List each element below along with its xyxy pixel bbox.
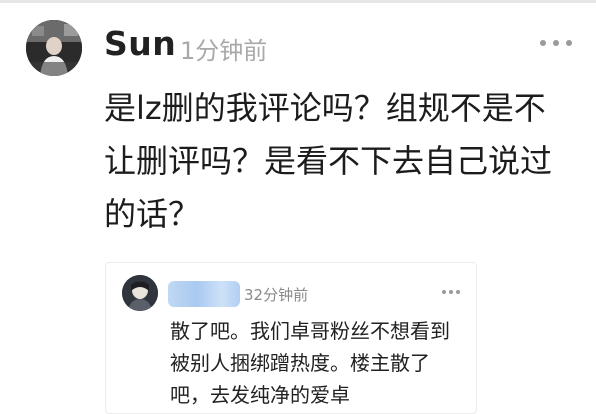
avatar-image [122,275,158,311]
avatar-image [26,20,82,76]
more-dots-icon[interactable] [540,38,572,48]
quoted-comment-text: 散了吧。我们卓哥粉丝不想看到被别人捆绑蹭热度。楼主散了吧，去发纯净的爱卓 [170,319,450,407]
quoted-comment-time: 32分钟前 [244,286,309,304]
quoted-comment[interactable]: 32分钟前 散了吧。我们卓哥粉丝不想看到被别人捆绑蹭热度。楼主散了吧，去发纯净的… [105,262,477,414]
comment-text: 是lz删的我评论吗？组规不是不让删评吗？是看不下去自己说过的话？ [104,89,553,233]
quoted-user-avatar[interactable] [122,275,158,311]
blurred-username [168,281,240,307]
top-divider [0,0,596,3]
comment-time: 1分钟前 [180,37,268,65]
more-dots-icon[interactable] [442,290,462,296]
username[interactable]: Sun [104,24,176,63]
user-avatar[interactable] [26,20,82,76]
